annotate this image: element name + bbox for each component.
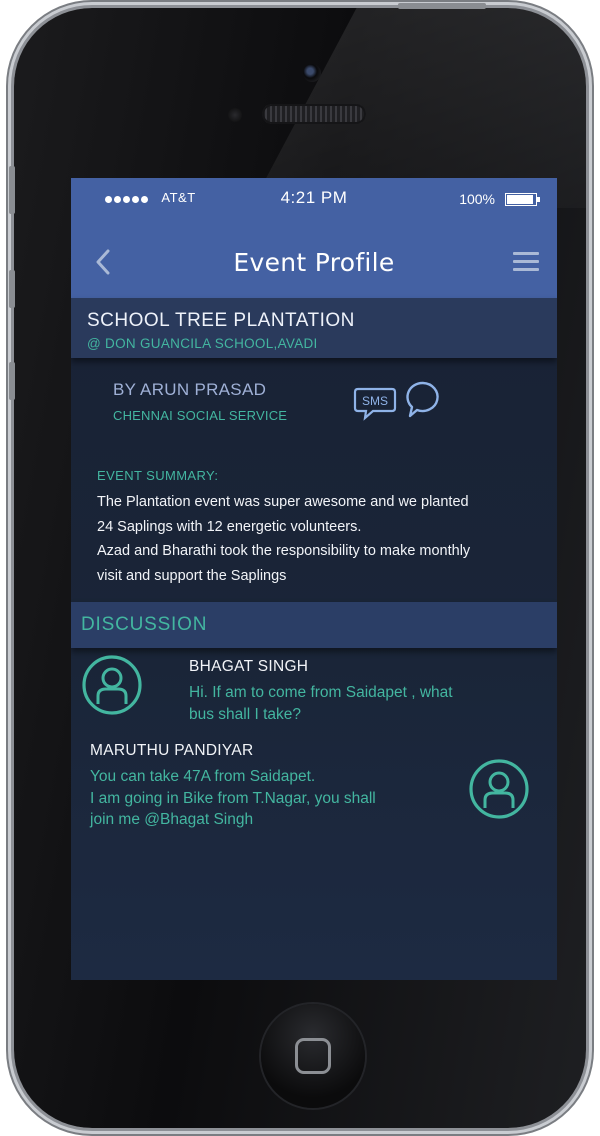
summary-line: Azad and Bharathi took the responsibilit… [97, 543, 471, 559]
proximity-sensor [228, 108, 242, 122]
message-line: You can take 47A from Saidapet. [90, 768, 316, 785]
sms-button[interactable]: SMS [353, 386, 397, 422]
summary-line: visit and support the Saplings [97, 567, 287, 584]
menu-button[interactable] [513, 252, 539, 274]
message-line: join me @Bhagat Singh [90, 811, 254, 828]
event-location: @ DON GUANCILA SCHOOL,AVADI [87, 336, 318, 351]
message-line: Hi. If am to come from Saidapet , what [189, 684, 453, 701]
organizer-info: BY ARUN PRASAD CHENNAI SOCIAL SERVICE [113, 380, 287, 423]
phone-frame: AT&T 4:21 PM 100% Event Profile SCHOOL T… [14, 8, 586, 1128]
chat-bubble-icon [406, 381, 439, 418]
hamburger-menu-icon [513, 252, 539, 255]
user-avatar-icon[interactable] [81, 654, 143, 716]
power-button [398, 3, 486, 9]
volume-down-button [9, 362, 15, 400]
message-author[interactable]: MARUTHU PANDIYAR [90, 742, 430, 760]
user-avatar-icon[interactable] [468, 758, 530, 820]
battery-icon [505, 193, 540, 206]
home-button[interactable] [261, 1004, 365, 1108]
volume-up-button [9, 270, 15, 308]
navigation-bar: Event Profile [71, 240, 557, 284]
message-item: BHAGAT SINGH Hi. If am to come from Said… [189, 658, 509, 725]
earpiece-speaker [262, 104, 366, 124]
sms-icon: SMS [353, 387, 397, 421]
home-square-icon [295, 1038, 331, 1074]
app-screen: AT&T 4:21 PM 100% Event Profile SCHOOL T… [71, 178, 557, 980]
summary-label: EVENT SUMMARY: [97, 468, 219, 483]
organization-name[interactable]: CHENNAI SOCIAL SERVICE [113, 408, 287, 423]
message-item: MARUTHU PANDIYAR You can take 47A from S… [90, 742, 430, 831]
summary-line: The Plantation event was super awesome a… [97, 494, 469, 510]
app-bar: AT&T 4:21 PM 100% Event Profile [71, 178, 557, 298]
message-author[interactable]: BHAGAT SINGH [189, 658, 509, 676]
event-title: SCHOOL TREE PLANTATION [87, 310, 355, 331]
battery-percentage: 100% [459, 191, 495, 207]
summary-text: The Plantation event was super awesome a… [97, 490, 537, 588]
sms-label: SMS [362, 394, 388, 408]
silent-switch [9, 166, 15, 214]
message-line: I am going in Bike from T.Nagar, you sha… [90, 789, 376, 807]
status-bar: AT&T 4:21 PM 100% [71, 186, 557, 212]
chat-button[interactable] [405, 380, 441, 420]
summary-line: 24 Saplings with 12 energetic volunteers… [97, 518, 362, 535]
message-line: bus shall I take? [189, 705, 302, 723]
discussion-header: DISCUSSION [71, 602, 557, 648]
message-text: Hi. If am to come from Saidapet , what b… [189, 682, 509, 725]
message-text: You can take 47A from Saidapet. I am goi… [90, 766, 430, 831]
event-header: SCHOOL TREE PLANTATION @ DON GUANCILA SC… [71, 298, 557, 358]
event-summary: EVENT SUMMARY: The Plantation event was … [97, 468, 537, 588]
organizer-name[interactable]: BY ARUN PRASAD [113, 380, 287, 400]
page-title: Event Profile [233, 248, 395, 277]
front-camera [303, 64, 321, 82]
discussion-title: DISCUSSION [81, 614, 208, 635]
